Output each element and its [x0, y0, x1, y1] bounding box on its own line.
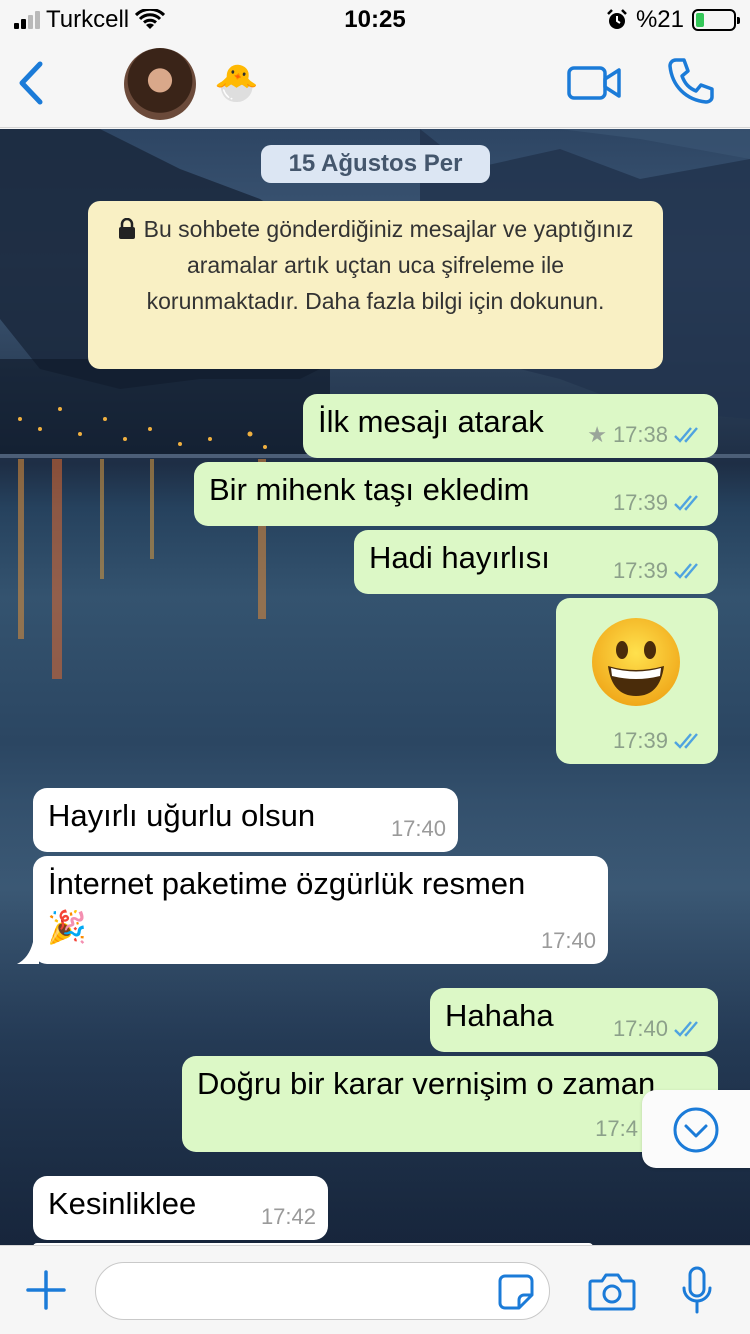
message-incoming[interactable]: Kesinliklee 17:42 [33, 1176, 328, 1240]
grinning-face-emoji [592, 618, 680, 706]
message-outgoing[interactable]: İlk mesajı atarak ★ 17:38 [303, 394, 718, 458]
read-ticks-icon [674, 1021, 698, 1037]
sticker-icon[interactable] [497, 1273, 535, 1311]
message-text: Kesinliklee [48, 1186, 197, 1221]
message-time: 17:39 [612, 490, 668, 515]
message-outgoing-emoji[interactable]: 17:39 [556, 598, 718, 764]
date-separator: 15 Ağustos Per [261, 145, 490, 183]
alarm-icon [607, 9, 627, 29]
plus-icon[interactable] [26, 1270, 66, 1310]
message-incoming[interactable]: Hayırlı uğurlu olsun 17:40 [33, 788, 458, 852]
message-text: İlk mesajı atarak [318, 404, 544, 439]
read-ticks-icon [674, 733, 698, 749]
battery-icon [692, 9, 740, 31]
party-popper-emoji: 🎉 [47, 909, 87, 945]
microphone-icon[interactable] [682, 1266, 712, 1316]
message-time: 17:4 [595, 1116, 638, 1141]
message-time: 17:39 [612, 728, 668, 753]
scroll-to-bottom-button[interactable] [642, 1090, 750, 1168]
message-text: İnternet paketime özgürlük resmen [48, 866, 526, 901]
message-text: Bir mihenk taşı ekledim [209, 472, 530, 507]
message-outgoing[interactable]: Bir mihenk taşı ekledim 17:39 [194, 462, 718, 526]
battery-percent: %21 [635, 6, 684, 33]
status-bar: Turkcell 10:25 %21 [0, 0, 750, 40]
read-ticks-icon [674, 427, 698, 443]
message-time: 17:40 [540, 928, 596, 953]
message-outgoing[interactable]: Hahaha 17:40 [430, 988, 718, 1052]
lock-icon [118, 218, 135, 239]
video-call-icon[interactable] [566, 62, 622, 104]
message-text: Doğru bir karar vernişim o zaman [197, 1066, 656, 1101]
message-text: Hadi hayırlısı [369, 540, 550, 575]
message-input[interactable] [95, 1262, 550, 1320]
contact-name-emoji[interactable]: 🐣 [214, 62, 259, 104]
message-outgoing[interactable]: Hadi hayırlısı 17:39 [354, 530, 718, 594]
message-time: 17:42 [260, 1204, 316, 1229]
battery-fill [696, 13, 704, 27]
star-icon: ★ [587, 422, 607, 447]
message-input-bar [0, 1245, 750, 1334]
camera-icon[interactable] [588, 1271, 636, 1311]
message-outgoing[interactable]: Doğru bir karar vernişim o zaman 17:4 [182, 1056, 718, 1152]
bubble-tail [17, 942, 39, 964]
chat-header: 🐣 [0, 40, 750, 128]
message-time: 17:40 [390, 816, 446, 841]
voice-call-icon[interactable] [666, 56, 716, 106]
read-ticks-icon [674, 563, 698, 579]
back-chevron-icon[interactable] [14, 58, 50, 108]
message-text: Hahaha [445, 998, 554, 1033]
message-time: 17:39 [612, 558, 668, 583]
chevron-down-circle-icon [673, 1107, 719, 1153]
encryption-notice-text: Bu sohbete gönderdiğiniz mesajlar ve yap… [143, 216, 634, 314]
message-time: 17:38 [612, 422, 668, 447]
contact-avatar[interactable] [124, 48, 196, 120]
read-ticks-icon [674, 495, 698, 511]
message-incoming[interactable]: İnternet paketime özgürlük resmen 🎉 17:4… [17, 856, 608, 964]
message-text: Hayırlı uğurlu olsun [48, 798, 316, 833]
encryption-notice[interactable]: Bu sohbete gönderdiğiniz mesajlar ve yap… [88, 201, 663, 369]
message-time: 17:40 [612, 1016, 668, 1041]
chat-area[interactable]: 15 Ağustos Per Bu sohbete gönderdiğiniz … [0, 129, 750, 1245]
